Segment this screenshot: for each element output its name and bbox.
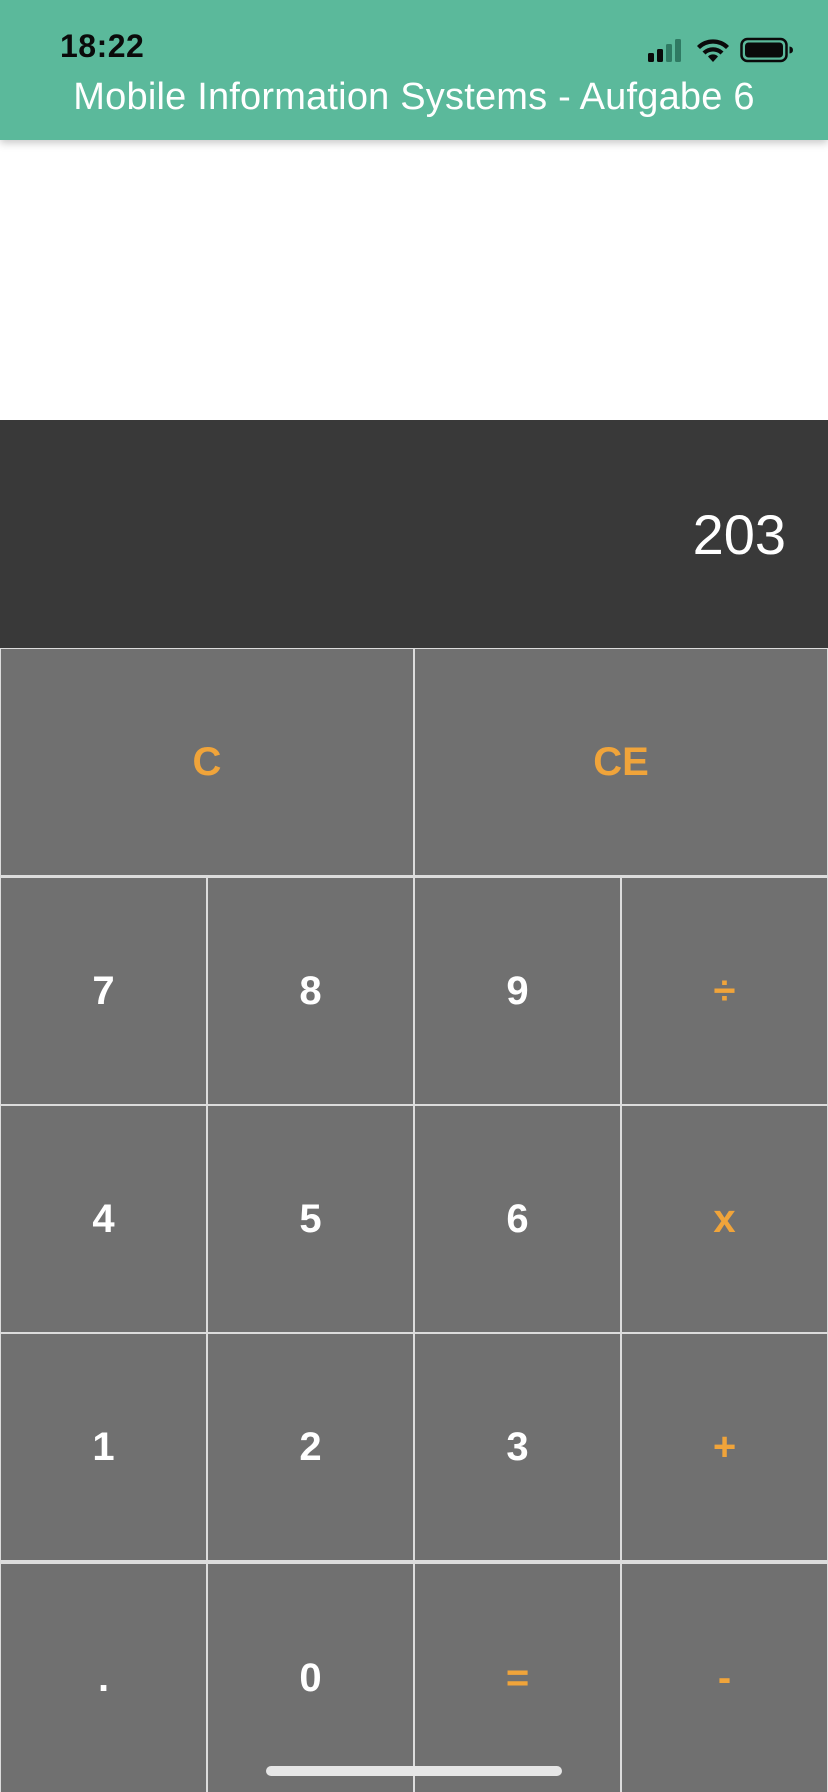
digit-1-button[interactable]: 1 bbox=[1, 1334, 206, 1560]
clear-button[interactable]: C bbox=[1, 649, 413, 875]
app-title: Mobile Information Systems - Aufgabe 6 bbox=[73, 76, 755, 118]
digit-2-button[interactable]: 2 bbox=[208, 1334, 413, 1560]
digit-0-button[interactable]: 0 bbox=[208, 1564, 413, 1792]
minus-label: - bbox=[717, 1655, 732, 1700]
digit-6-label: 6 bbox=[506, 1196, 529, 1241]
equals-button[interactable]: = bbox=[415, 1564, 620, 1792]
digit-2-label: 2 bbox=[299, 1424, 322, 1469]
divide-button[interactable]: ÷ bbox=[622, 878, 827, 1104]
calculator-screen: 18:22 Mobile Information Systems - Aufga… bbox=[0, 0, 828, 1792]
decimal-button[interactable]: . bbox=[1, 1564, 206, 1792]
digit-6-button[interactable]: 6 bbox=[415, 1106, 620, 1332]
plus-label: + bbox=[712, 1424, 737, 1469]
divide-label: ÷ bbox=[713, 968, 736, 1013]
digit-3-button[interactable]: 3 bbox=[415, 1334, 620, 1560]
clear-entry-button[interactable]: CE bbox=[415, 649, 827, 875]
digit-0-label: 0 bbox=[299, 1655, 322, 1700]
multiply-button[interactable]: x bbox=[622, 1106, 827, 1332]
digit-7-label: 7 bbox=[92, 968, 115, 1013]
keypad: C CE 7 8 9 ÷ 4 5 6 x 1 2 3 + . 0 = - bbox=[0, 648, 828, 1792]
calculator-display: 203 bbox=[0, 420, 828, 648]
app-header: 18:22 Mobile Information Systems - Aufga… bbox=[0, 0, 828, 140]
digit-3-label: 3 bbox=[506, 1424, 529, 1469]
digit-1-label: 1 bbox=[92, 1424, 115, 1469]
multiply-label: x bbox=[713, 1196, 736, 1241]
digit-4-button[interactable]: 4 bbox=[1, 1106, 206, 1332]
clear-label: C bbox=[192, 739, 222, 784]
digit-5-button[interactable]: 5 bbox=[208, 1106, 413, 1332]
display-value: 203 bbox=[692, 503, 786, 566]
equals-label: = bbox=[505, 1655, 530, 1700]
digit-8-button[interactable]: 8 bbox=[208, 878, 413, 1104]
cellular-signal-icon bbox=[648, 39, 681, 62]
digit-8-label: 8 bbox=[299, 968, 322, 1013]
decimal-label: . bbox=[97, 1655, 110, 1700]
digit-4-label: 4 bbox=[92, 1196, 115, 1241]
digit-9-button[interactable]: 9 bbox=[415, 878, 620, 1104]
wifi-icon bbox=[697, 39, 729, 62]
battery-icon bbox=[740, 37, 793, 63]
digit-7-button[interactable]: 7 bbox=[1, 878, 206, 1104]
clear-entry-label: CE bbox=[593, 739, 649, 784]
status-time: 18:22 bbox=[60, 28, 145, 64]
digit-5-label: 5 bbox=[299, 1196, 322, 1241]
plus-button[interactable]: + bbox=[622, 1334, 827, 1560]
digit-9-label: 9 bbox=[506, 968, 529, 1013]
home-indicator[interactable] bbox=[266, 1766, 562, 1776]
status-icons bbox=[648, 34, 794, 66]
minus-button[interactable]: - bbox=[622, 1564, 827, 1792]
